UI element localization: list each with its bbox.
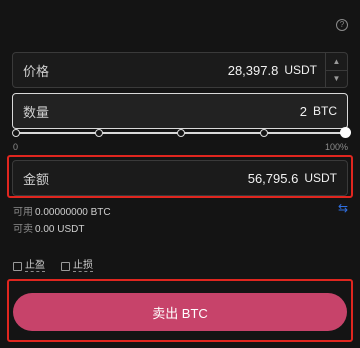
sellable-label: 可卖	[13, 224, 33, 235]
available-balance: 可用 0.00000000 BTC	[13, 203, 111, 218]
price-label: 价格	[23, 63, 50, 79]
take-profit-checkbox[interactable]: 止盈	[13, 260, 45, 272]
price-field[interactable]: 价格 28,397.8 USDT ▲ ▼	[12, 52, 348, 88]
slider-mark-50[interactable]	[177, 129, 185, 137]
stop-loss-label: 止损	[73, 260, 93, 272]
available-label: 可用	[13, 207, 33, 218]
quantity-slider[interactable]	[12, 126, 351, 140]
chevron-down-icon[interactable]: ▼	[326, 69, 347, 88]
sell-btc-button[interactable]: 卖出 BTC	[13, 293, 347, 331]
price-value: 28,397.8	[227, 62, 279, 78]
stop-loss-checkbox[interactable]: 止损	[61, 260, 93, 272]
price-unit: USDT	[284, 63, 317, 77]
quantity-label: 数量	[23, 104, 50, 120]
slider-max-label: 100%	[324, 142, 348, 152]
slider-min-label: 0	[13, 142, 19, 152]
slider-mark-75[interactable]	[259, 129, 268, 137]
available-value: 0.00000000 BTC	[35, 207, 111, 218]
amount-unit: USDT	[304, 171, 337, 185]
checkbox-box	[61, 261, 70, 271]
slider-handle[interactable]	[340, 127, 351, 138]
checkbox-box	[13, 261, 22, 271]
slider-mark-25[interactable]	[94, 129, 103, 137]
price-stepper: ▲ ▼	[325, 53, 347, 87]
sellable-value: 0.00 USDT	[35, 224, 85, 235]
amount-value: 56,795.6	[247, 170, 299, 186]
take-profit-label: 止盈	[25, 260, 45, 272]
chevron-up-icon[interactable]: ▲	[326, 53, 347, 70]
amount-field[interactable]: 金额 56,795.6 USDT	[12, 160, 348, 196]
quantity-field[interactable]: 数量 2 BTC	[12, 93, 348, 129]
quantity-unit: BTC	[313, 104, 337, 118]
amount-label: 金额	[23, 171, 50, 187]
quantity-value: 2	[299, 103, 307, 119]
swap-arrows-icon[interactable]: ⇆	[338, 201, 348, 215]
slider-mark-0[interactable]	[12, 129, 20, 137]
help-icon[interactable]: ?	[336, 19, 348, 31]
sellable-balance: 可卖 0.00 USDT	[13, 220, 84, 235]
